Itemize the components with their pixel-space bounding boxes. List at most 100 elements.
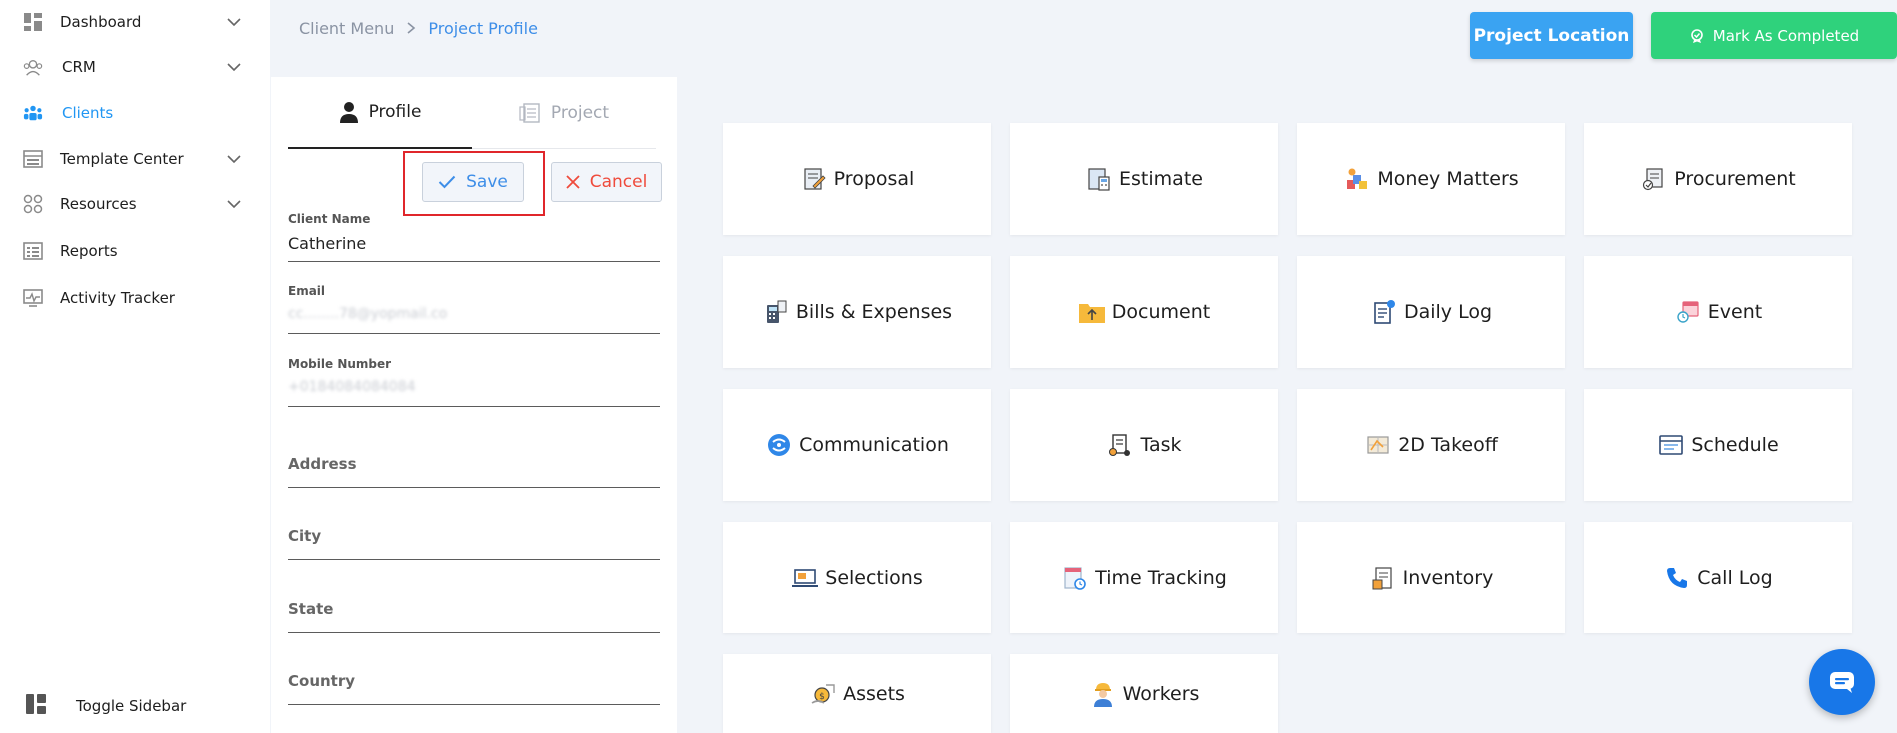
email-field[interactable]: Email cc........78@yopmail.co: [288, 284, 660, 334]
bills-icon: [762, 298, 790, 326]
card-daily-log[interactable]: Daily Log: [1297, 256, 1565, 368]
email-label: Email: [288, 284, 326, 298]
card-inventory[interactable]: Inventory: [1297, 522, 1565, 633]
mark-as-completed-label: Mark As Completed: [1712, 26, 1860, 45]
card-label: Procurement: [1674, 168, 1796, 190]
card-proposal[interactable]: Proposal: [723, 123, 991, 235]
toggle-sidebar-button[interactable]: Toggle Sidebar: [0, 686, 270, 726]
cancel-button[interactable]: Cancel: [551, 162, 662, 202]
card-document[interactable]: Document: [1010, 256, 1278, 368]
card-label: Communication: [799, 434, 949, 456]
card-label: Call Log: [1697, 566, 1773, 589]
card-workers[interactable]: Workers: [1010, 654, 1278, 733]
card-label: Event: [1707, 301, 1763, 323]
email-value: cc........78@yopmail.co: [288, 306, 448, 322]
card-money-matters[interactable]: Money Matters: [1297, 123, 1565, 235]
card-label: Assets: [843, 682, 905, 705]
card-selections[interactable]: Selections: [723, 522, 991, 633]
sidebar-item-dashboard[interactable]: Dashboard: [0, 2, 270, 42]
chevron-down-icon: [227, 200, 241, 209]
money-icon: [1343, 165, 1371, 193]
tab-project[interactable]: Project: [472, 77, 656, 149]
card-assets[interactable]: $ Assets: [723, 654, 991, 733]
card-label: Inventory: [1402, 566, 1494, 589]
client-name-field[interactable]: Client Name Catherine: [288, 212, 660, 262]
city-field[interactable]: City: [288, 527, 660, 560]
sidebar-item-crm[interactable]: CRM: [0, 47, 270, 87]
card-label: 2D Takeoff: [1398, 434, 1498, 456]
toggle-sidebar-icon: [25, 693, 47, 719]
card-schedule[interactable]: Schedule: [1584, 389, 1852, 501]
tab-profile-label: Profile: [368, 102, 422, 122]
sidebar-item-label: Resources: [60, 195, 137, 213]
card-label: Document: [1111, 301, 1211, 323]
tab-project-label: Project: [550, 102, 610, 123]
card-label: Bills & Expenses: [795, 301, 953, 323]
tab-profile[interactable]: Profile: [288, 77, 472, 149]
toggle-sidebar-label: Toggle Sidebar: [76, 697, 187, 715]
communication-icon: [765, 431, 793, 459]
project-location-label: Project Location: [1473, 25, 1630, 46]
card-label: Daily Log: [1403, 301, 1493, 323]
sidebar-item-activity-tracker[interactable]: Activity Tracker: [0, 278, 270, 318]
chevron-down-icon: [227, 18, 241, 27]
sidebar-item-clients[interactable]: Clients: [0, 93, 270, 133]
activity-icon: [23, 288, 43, 308]
card-event[interactable]: Event: [1584, 256, 1852, 368]
sidebar-item-resources[interactable]: Resources: [0, 184, 270, 224]
project-location-button[interactable]: Project Location: [1470, 12, 1633, 59]
card-time-tracking[interactable]: Time Tracking: [1010, 522, 1278, 633]
user-icon: [339, 102, 358, 123]
chat-button[interactable]: [1809, 649, 1875, 715]
sidebar-item-reports[interactable]: Reports: [0, 231, 270, 271]
country-label: Country: [288, 672, 356, 690]
check-badge-icon: [1690, 28, 1703, 43]
city-label: City: [288, 527, 322, 545]
chat-icon: [1830, 672, 1854, 693]
card-task[interactable]: Task: [1010, 389, 1278, 501]
chevron-down-icon: [227, 155, 241, 164]
workers-icon: [1089, 680, 1117, 708]
chevron-down-icon: [227, 63, 241, 72]
mark-as-completed-button[interactable]: Mark As Completed: [1651, 12, 1897, 59]
mobile-number-label: Mobile Number: [288, 357, 392, 371]
breadcrumb-client-menu[interactable]: Client Menu: [299, 19, 394, 38]
sidebar-item-label: Clients: [62, 104, 114, 122]
client-name-label: Client Name: [288, 212, 371, 226]
time-tracking-icon: [1061, 564, 1089, 592]
dashboard-icon: [23, 12, 43, 32]
breadcrumb-project-profile: Project Profile: [428, 18, 538, 38]
state-field[interactable]: State: [288, 600, 660, 633]
card-communication[interactable]: Communication: [723, 389, 991, 501]
takeoff-icon: [1364, 431, 1392, 459]
phone-icon: [1663, 564, 1691, 592]
card-estimate[interactable]: Estimate: [1010, 123, 1278, 235]
event-icon: [1674, 298, 1702, 326]
card-label: Task: [1140, 434, 1182, 456]
card-label: Workers: [1122, 682, 1200, 705]
card-label: Selections: [825, 566, 923, 589]
project-icon: [519, 102, 540, 123]
card-label: Time Tracking: [1095, 566, 1227, 589]
task-icon: [1106, 431, 1134, 459]
card-procurement[interactable]: Procurement: [1584, 123, 1852, 235]
clients-icon: [23, 103, 43, 123]
client-name-value: Catherine: [288, 234, 367, 253]
address-field[interactable]: Address: [288, 455, 660, 488]
card-label: Estimate: [1119, 168, 1203, 190]
state-label: State: [288, 600, 334, 618]
procurement-icon: [1640, 165, 1668, 193]
card-bills-expenses[interactable]: Bills & Expenses: [723, 256, 991, 368]
sidebar-item-label: Dashboard: [60, 13, 142, 31]
profile-panel: Profile Project Save Cancel Client Name …: [271, 77, 677, 733]
resources-icon: [23, 194, 43, 214]
card-label: Proposal: [833, 168, 915, 190]
cancel-label: Cancel: [589, 172, 648, 192]
country-field[interactable]: Country: [288, 672, 660, 705]
mobile-number-field[interactable]: Mobile Number +0184084084084: [288, 357, 660, 407]
card-call-log[interactable]: Call Log: [1584, 522, 1852, 633]
card-2d-takeoff[interactable]: 2D Takeoff: [1297, 389, 1565, 501]
daily-log-icon: [1370, 298, 1398, 326]
sidebar-item-template-center[interactable]: Template Center: [0, 139, 270, 179]
save-highlight-box: [403, 151, 545, 216]
